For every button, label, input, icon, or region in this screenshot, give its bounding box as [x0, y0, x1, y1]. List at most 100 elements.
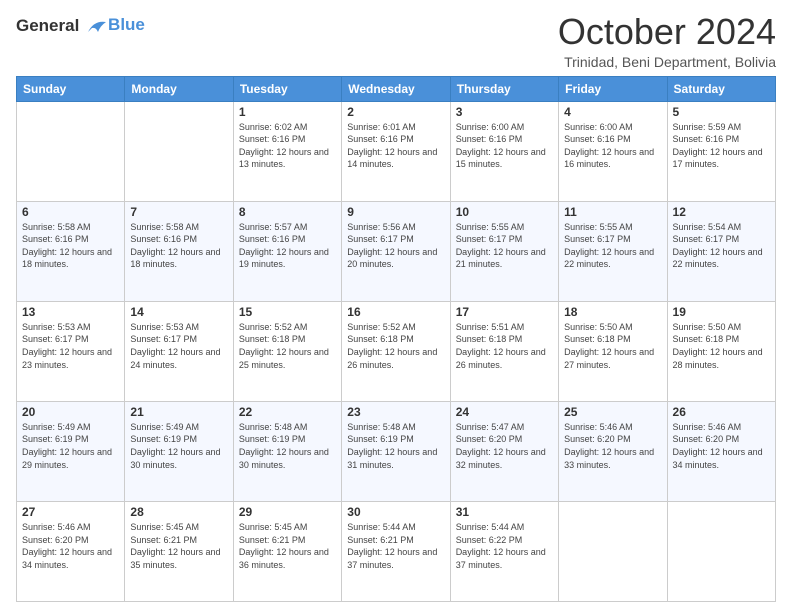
- day-info: Sunrise: 5:58 AMSunset: 6:16 PMDaylight:…: [130, 221, 227, 271]
- calendar-day-7: 7 Sunrise: 5:58 AMSunset: 6:16 PMDaylight…: [125, 201, 233, 301]
- day-info: Sunrise: 5:45 AMSunset: 6:21 PMDaylight:…: [130, 521, 227, 571]
- calendar-empty-cell: [125, 101, 233, 201]
- day-info: Sunrise: 5:54 AMSunset: 6:17 PMDaylight:…: [673, 221, 770, 271]
- calendar-day-27: 27Sunrise: 5:46 AMSunset: 6:20 PMDayligh…: [17, 501, 125, 601]
- calendar-day-6: 6 Sunrise: 5:58 AMSunset: 6:16 PMDaylight…: [17, 201, 125, 301]
- day-info: Sunrise: 6:00 AMSunset: 6:16 PMDaylight:…: [564, 121, 661, 171]
- calendar-day-8: 8Sunrise: 5:57 AMSunset: 6:16 PMDaylight…: [233, 201, 341, 301]
- day-info: Sunrise: 5:55 AMSunset: 6:17 PMDaylight:…: [564, 221, 661, 271]
- calendar-week-row: 1 Sunrise: 6:02 AMSunset: 6:16 PMDaylight…: [17, 101, 776, 201]
- day-info: Sunrise: 6:00 AMSunset: 6:16 PMDaylight:…: [456, 121, 553, 171]
- day-info: Sunrise: 5:46 AMSunset: 6:20 PMDaylight:…: [673, 421, 770, 471]
- day-info: Sunrise: 5:53 AMSunset: 6:17 PMDaylight:…: [130, 321, 227, 371]
- calendar-day-17: 17Sunrise: 5:51 AMSunset: 6:18 PMDayligh…: [450, 301, 558, 401]
- day-info: Sunrise: 5:47 AMSunset: 6:20 PMDaylight:…: [456, 421, 553, 471]
- calendar-day-2: 2 Sunrise: 6:01 AMSunset: 6:16 PMDaylight…: [342, 101, 450, 201]
- calendar-week-row: 20 Sunrise: 5:49 AMSunset: 6:19 PMDayligh…: [17, 401, 776, 501]
- day-info: Sunrise: 5:46 AMSunset: 6:20 PMDaylight:…: [564, 421, 661, 471]
- title-block: October 2024 Trinidad, Beni Department, …: [558, 12, 776, 70]
- col-header-thursday: Thursday: [450, 76, 558, 101]
- logo-text: General Blue: [16, 16, 145, 36]
- calendar-day-12: 12Sunrise: 5:54 AMSunset: 6:17 PMDayligh…: [667, 201, 775, 301]
- day-number: 16: [347, 305, 444, 319]
- logo: General Blue: [16, 16, 145, 36]
- day-info: Sunrise: 5:58 AMSunset: 6:16 PMDaylight:…: [22, 221, 119, 271]
- day-info: Sunrise: 6:01 AMSunset: 6:16 PMDaylight:…: [347, 121, 444, 171]
- day-info: Sunrise: 6:02 AMSunset: 6:16 PMDaylight:…: [239, 121, 336, 171]
- calendar-day-15: 15Sunrise: 5:52 AMSunset: 6:18 PMDayligh…: [233, 301, 341, 401]
- day-info: Sunrise: 5:44 AMSunset: 6:21 PMDaylight:…: [347, 521, 444, 571]
- day-number: 19: [673, 305, 770, 319]
- calendar-day-13: 13Sunrise: 5:53 AMSunset: 6:17 PMDayligh…: [17, 301, 125, 401]
- calendar-header-row: SundayMondayTuesdayWednesdayThursdayFrid…: [17, 76, 776, 101]
- day-number: 14: [130, 305, 227, 319]
- calendar-day-3: 3 Sunrise: 6:00 AMSunset: 6:16 PMDaylight…: [450, 101, 558, 201]
- page: General Blue October 2024 Trinidad, Beni…: [0, 0, 792, 612]
- day-info: Sunrise: 5:45 AMSunset: 6:21 PMDaylight:…: [239, 521, 336, 571]
- calendar-day-30: 30 Sunrise: 5:44 AMSunset: 6:21 PMDayligh…: [342, 501, 450, 601]
- calendar-day-16: 16 Sunrise: 5:52 AMSunset: 6:18 PMDayligh…: [342, 301, 450, 401]
- calendar-day-19: 19 Sunrise: 5:50 AMSunset: 6:18 PMDayligh…: [667, 301, 775, 401]
- calendar-day-26: 26 Sunrise: 5:46 AMSunset: 6:20 PMDayligh…: [667, 401, 775, 501]
- col-header-wednesday: Wednesday: [342, 76, 450, 101]
- day-number: 8: [239, 205, 336, 219]
- calendar-day-20: 20Sunrise: 5:49 AMSunset: 6:19 PMDayligh…: [17, 401, 125, 501]
- calendar-day-29: 29 Sunrise: 5:45 AMSunset: 6:21 PMDayligh…: [233, 501, 341, 601]
- day-number: 2: [347, 105, 444, 119]
- col-header-monday: Monday: [125, 76, 233, 101]
- day-info: Sunrise: 5:55 AMSunset: 6:17 PMDaylight:…: [456, 221, 553, 271]
- col-header-saturday: Saturday: [667, 76, 775, 101]
- calendar-day-25: 25 Sunrise: 5:46 AMSunset: 6:20 PMDayligh…: [559, 401, 667, 501]
- day-number: 31: [456, 505, 553, 519]
- col-header-tuesday: Tuesday: [233, 76, 341, 101]
- day-info: Sunrise: 5:48 AMSunset: 6:19 PMDaylight:…: [347, 421, 444, 471]
- calendar-empty-cell: [17, 101, 125, 201]
- calendar-empty-cell: [559, 501, 667, 601]
- header: General Blue October 2024 Trinidad, Beni…: [16, 12, 776, 70]
- day-info: Sunrise: 5:44 AMSunset: 6:22 PMDaylight:…: [456, 521, 553, 571]
- day-info: Sunrise: 5:56 AMSunset: 6:17 PMDaylight:…: [347, 221, 444, 271]
- day-number: 6: [22, 205, 119, 219]
- day-info: Sunrise: 5:59 AMSunset: 6:16 PMDaylight:…: [673, 121, 770, 171]
- calendar-week-row: 27Sunrise: 5:46 AMSunset: 6:20 PMDayligh…: [17, 501, 776, 601]
- logo-bird-icon: [86, 18, 108, 36]
- calendar-empty-cell: [667, 501, 775, 601]
- col-header-friday: Friday: [559, 76, 667, 101]
- calendar-week-row: 13Sunrise: 5:53 AMSunset: 6:17 PMDayligh…: [17, 301, 776, 401]
- day-number: 25: [564, 405, 661, 419]
- day-number: 15: [239, 305, 336, 319]
- day-number: 21: [130, 405, 227, 419]
- day-number: 10: [456, 205, 553, 219]
- calendar-day-21: 21 Sunrise: 5:49 AMSunset: 6:19 PMDayligh…: [125, 401, 233, 501]
- day-number: 28: [130, 505, 227, 519]
- location-subtitle: Trinidad, Beni Department, Bolivia: [558, 54, 776, 70]
- day-number: 23: [347, 405, 444, 419]
- day-info: Sunrise: 5:46 AMSunset: 6:20 PMDaylight:…: [22, 521, 119, 571]
- day-number: 26: [673, 405, 770, 419]
- day-info: Sunrise: 5:49 AMSunset: 6:19 PMDaylight:…: [130, 421, 227, 471]
- calendar-day-18: 18Sunrise: 5:50 AMSunset: 6:18 PMDayligh…: [559, 301, 667, 401]
- day-number: 11: [564, 205, 661, 219]
- day-info: Sunrise: 5:52 AMSunset: 6:18 PMDaylight:…: [347, 321, 444, 371]
- day-info: Sunrise: 5:50 AMSunset: 6:18 PMDaylight:…: [673, 321, 770, 371]
- calendar-day-1: 1 Sunrise: 6:02 AMSunset: 6:16 PMDaylight…: [233, 101, 341, 201]
- day-number: 24: [456, 405, 553, 419]
- calendar-day-31: 31 Sunrise: 5:44 AMSunset: 6:22 PMDayligh…: [450, 501, 558, 601]
- day-info: Sunrise: 5:51 AMSunset: 6:18 PMDaylight:…: [456, 321, 553, 371]
- day-info: Sunrise: 5:48 AMSunset: 6:19 PMDaylight:…: [239, 421, 336, 471]
- calendar-day-5: 5Sunrise: 5:59 AMSunset: 6:16 PMDaylight…: [667, 101, 775, 201]
- day-number: 3: [456, 105, 553, 119]
- calendar-day-9: 9Sunrise: 5:56 AMSunset: 6:17 PMDaylight…: [342, 201, 450, 301]
- day-info: Sunrise: 5:53 AMSunset: 6:17 PMDaylight:…: [22, 321, 119, 371]
- calendar-week-row: 6 Sunrise: 5:58 AMSunset: 6:16 PMDaylight…: [17, 201, 776, 301]
- day-number: 20: [22, 405, 119, 419]
- day-number: 29: [239, 505, 336, 519]
- col-header-sunday: Sunday: [17, 76, 125, 101]
- day-number: 1: [239, 105, 336, 119]
- day-number: 18: [564, 305, 661, 319]
- day-number: 30: [347, 505, 444, 519]
- day-number: 7: [130, 205, 227, 219]
- month-title: October 2024: [558, 12, 776, 52]
- day-number: 4: [564, 105, 661, 119]
- calendar-day-24: 24 Sunrise: 5:47 AMSunset: 6:20 PMDayligh…: [450, 401, 558, 501]
